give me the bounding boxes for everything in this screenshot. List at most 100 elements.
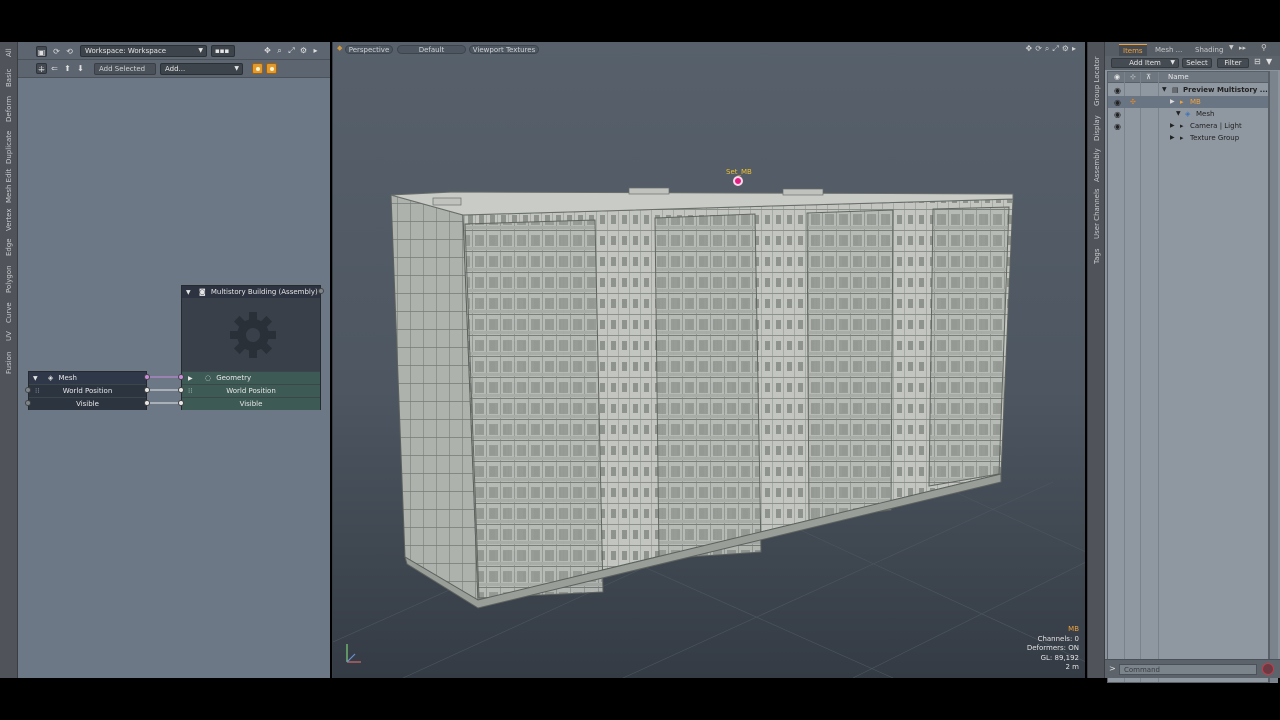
geometry-input-row[interactable]: ▶ ◌ Geometry [182, 371, 320, 384]
lock-column-icon[interactable]: ⊹ [1130, 72, 1136, 83]
schematic-view-icon[interactable]: ▣ [36, 46, 47, 57]
tab-curve[interactable]: Curve [2, 300, 16, 326]
tab-display[interactable]: Display [1090, 114, 1104, 142]
tab-edge[interactable]: Edge [2, 236, 16, 258]
add-node-select[interactable]: Add... ▼ [160, 63, 243, 75]
tab-basic[interactable]: Basic [2, 66, 16, 90]
settings-icon[interactable]: ⚙ [298, 45, 309, 56]
tree-item-texture-group[interactable]: ▶ ▸ Texture Group [1108, 132, 1268, 144]
mesh-node-header[interactable]: ▼ ◈ Mesh [29, 372, 146, 384]
items-panel-toolbar: Add Item ▼ Select Filter ⊟ ▼ [1105, 56, 1280, 70]
expand-arrow-icon[interactable]: ▶ [1170, 96, 1175, 108]
arrow-down-icon[interactable]: ⬇ [75, 63, 86, 74]
arrow-left-icon[interactable]: ⇐ [49, 63, 60, 74]
drag-handle-icon: ⁞⁞ [188, 387, 193, 395]
name-column-header[interactable]: Name [1168, 72, 1189, 83]
tab-user-channels[interactable]: User Channels [1090, 188, 1104, 240]
tab-all[interactable]: All [2, 46, 16, 60]
items-panel[interactable]: Items Mesh ... Shading ▼ ▸▸ ⚲ Add Item ▼… [1105, 42, 1280, 683]
mesh-visible-row[interactable]: Visible [29, 397, 146, 410]
mesh-visible-label: Visible [76, 400, 99, 408]
tree-item-mb[interactable]: ◉ ✣ ▶ ▸ MB [1108, 96, 1268, 108]
arrow-up-icon[interactable]: ⬆ [62, 63, 73, 74]
panel-pin-icon[interactable]: ⚲ [1261, 43, 1267, 52]
tree-item-camera-light[interactable]: ◉ ▶ ▸ Camera | Light [1108, 120, 1268, 132]
assembly-world-position-port[interactable] [178, 387, 184, 393]
fit-icon[interactable]: ⤢ [286, 45, 297, 56]
select-button[interactable]: Select [1182, 58, 1212, 68]
assembly-visible-port[interactable] [178, 400, 184, 406]
expand-arrow-icon[interactable]: ▶ [188, 375, 193, 382]
add-item-button[interactable]: Add Item ▼ [1111, 58, 1179, 68]
refresh-icon[interactable]: ⟳ [51, 46, 62, 57]
tree-item-label: Preview Multistory ... [1183, 86, 1268, 94]
mesh-node[interactable]: ▼ ◈ Mesh ⁞⁞ World Position Visible [28, 371, 147, 410]
command-input[interactable]: Command [1119, 664, 1257, 675]
column-divider [1158, 72, 1159, 682]
add-selected-button[interactable]: Add Selected [94, 63, 156, 75]
expand-arrow-icon[interactable]: ▼ [1162, 84, 1167, 96]
info-item-name: MB [1068, 625, 1079, 634]
expand-icon[interactable]: ▸ [310, 45, 321, 56]
expand-arrow-icon[interactable]: ▶ [1170, 120, 1175, 132]
tab-mesh-ops[interactable]: Mesh ... [1151, 44, 1186, 56]
assembly-visible-row[interactable]: Visible [182, 397, 320, 410]
mesh-world-position-row[interactable]: ⁞⁞ World Position [29, 384, 146, 397]
geometry-label: Geometry [216, 374, 252, 382]
3d-viewport[interactable]: ◆ Perspective Default Viewport Textures … [332, 42, 1085, 678]
expand-arrow-icon[interactable]: ▶ [1170, 132, 1175, 144]
mesh-world-position-port[interactable] [144, 387, 150, 393]
tab-tags[interactable]: Tags [1090, 246, 1104, 266]
collapse-icon[interactable]: ▼ [33, 375, 38, 382]
mesh-visible-port[interactable] [144, 400, 150, 406]
tree-item-label: Texture Group [1190, 134, 1240, 142]
assembly-visible-label: Visible [239, 400, 263, 408]
items-scrollbar[interactable] [1269, 71, 1278, 683]
item-tree[interactable]: ◉ ⊹ ⊼ Name ◉ ▼ ▤ Preview Multistory ... … [1107, 71, 1269, 683]
tab-items[interactable]: Items [1119, 44, 1147, 56]
building-mesh [390, 187, 1014, 609]
filter-button[interactable]: Filter [1217, 58, 1249, 68]
workspace-select[interactable]: Workspace: Workspace ▼ [80, 45, 207, 57]
selection-set-marker[interactable] [733, 176, 743, 186]
layout-icon[interactable]: ⟲ [64, 46, 75, 57]
record-icon[interactable] [1262, 663, 1274, 675]
tab-mesh-edit[interactable]: Mesh Edit [2, 168, 16, 204]
link-toggle-button[interactable] [252, 63, 263, 74]
tab-vertex[interactable]: Vertex [2, 206, 16, 234]
tab-group-locator[interactable]: Group Locator [1090, 56, 1104, 106]
tab-polygon[interactable]: Polygon [2, 262, 16, 296]
collapse-all-icon[interactable]: ⊟ [1254, 57, 1261, 66]
node-tool-icon[interactable]: ⁜ [36, 63, 47, 74]
tab-assembly[interactable]: Assembly [1090, 148, 1104, 182]
type-column-icon[interactable]: ⊼ [1146, 72, 1151, 83]
tree-item-mesh[interactable]: ◉ ▼ ◈ Mesh [1108, 108, 1268, 120]
collapse-icon[interactable]: ▼ [186, 289, 191, 296]
pan-icon[interactable]: ✥ [262, 45, 273, 56]
zoom-icon[interactable]: ⌕ [274, 45, 285, 56]
tab-fusion[interactable]: Fusion [2, 348, 16, 378]
tab-duplicate[interactable]: Duplicate [2, 128, 16, 166]
funnel-icon[interactable]: ▼ [1266, 57, 1272, 66]
expand-arrow-icon[interactable]: ▼ [1176, 108, 1181, 120]
assembly-output-port[interactable] [318, 288, 324, 294]
tab-shading[interactable]: Shading [1191, 44, 1227, 56]
scene-icon: ▤ [1172, 86, 1179, 94]
tree-item-scene[interactable]: ◉ ▼ ▤ Preview Multistory ... [1108, 84, 1268, 96]
panel-expand-icon[interactable]: ▸▸ [1239, 44, 1246, 52]
tab-deform[interactable]: Deform [2, 94, 16, 124]
assembly-node[interactable]: ▼ ◙ Multistory Building (Assembly) ▶ ◌ G… [181, 285, 321, 410]
tab-uv[interactable]: UV [2, 328, 16, 344]
mesh-left-port[interactable] [25, 387, 31, 393]
assembly-world-position-row[interactable]: ⁞⁞ World Position [182, 384, 320, 397]
mesh-output-port[interactable] [144, 374, 150, 380]
geometry-input-port[interactable] [178, 374, 184, 380]
snap-toggle-button[interactable] [266, 63, 277, 74]
panel-menu-icon[interactable]: ▼ [1229, 44, 1234, 51]
mesh-left-port-2[interactable] [25, 400, 31, 406]
schematic-panel[interactable]: ▣ ⟳ ⟲ Workspace: Workspace ▼ ▪▪▪ ✥ ⌕ ⤢ ⚙… [18, 42, 330, 678]
visibility-column-icon[interactable]: ◉ [1114, 72, 1120, 83]
workspace-menu-button[interactable]: ▪▪▪ [211, 45, 235, 57]
command-bar: > Command [1105, 659, 1280, 678]
assembly-node-header[interactable]: ▼ ◙ Multistory Building (Assembly) [182, 286, 320, 298]
